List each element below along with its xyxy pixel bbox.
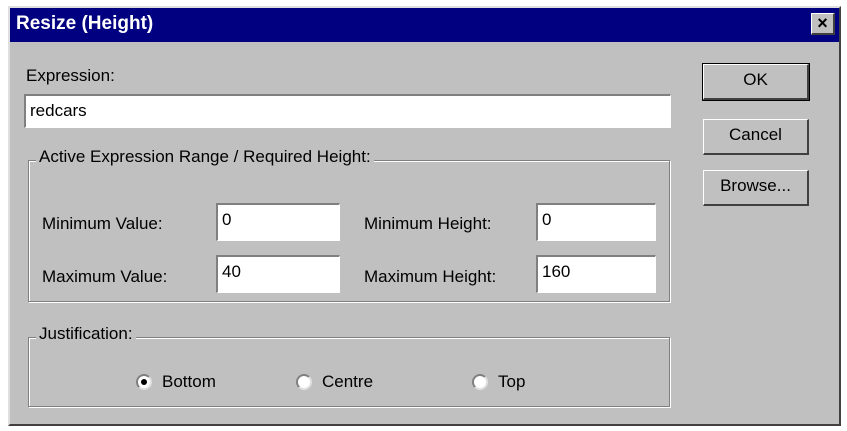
dialog-title: Resize (Height) bbox=[16, 13, 154, 34]
ok-button-label: OK bbox=[743, 70, 768, 89]
expression-input[interactable]: redcars bbox=[24, 94, 671, 128]
max-height-label: Maximum Height: bbox=[364, 267, 497, 286]
max-height: 160 bbox=[542, 262, 571, 281]
min-height-input[interactable]: 0 bbox=[536, 203, 656, 241]
justification-group-title: Justification: bbox=[36, 324, 136, 344]
close-button[interactable]: × bbox=[811, 13, 835, 35]
radio-centre-label: Centre bbox=[322, 372, 374, 391]
radio-bottom[interactable]: Bottom bbox=[136, 372, 216, 392]
max-value: 40 bbox=[222, 262, 241, 281]
expression-label: Expression: bbox=[26, 66, 115, 85]
min-height: 0 bbox=[542, 210, 552, 229]
expression-value: redcars bbox=[30, 101, 87, 120]
min-value: 0 bbox=[222, 210, 232, 229]
max-value-input[interactable]: 40 bbox=[216, 255, 340, 293]
radio-top-label: Top bbox=[498, 372, 526, 391]
range-group-title: Active Expression Range / Required Heigh… bbox=[36, 147, 374, 167]
radio-centre[interactable]: Centre bbox=[296, 372, 373, 392]
radio-unchecked-icon bbox=[296, 374, 312, 390]
max-value-label: Maximum Value: bbox=[42, 267, 168, 286]
radio-unchecked-icon bbox=[472, 374, 488, 390]
max-height-input[interactable]: 160 bbox=[536, 255, 656, 293]
cancel-button-label: Cancel bbox=[729, 125, 782, 144]
min-value-label: Minimum Value: bbox=[42, 214, 163, 233]
browse-button[interactable]: Browse... bbox=[703, 170, 809, 206]
radio-top[interactable]: Top bbox=[472, 372, 525, 392]
radio-checked-icon bbox=[136, 374, 152, 390]
resize-dialog: Resize (Height) × Expression: redcars OK… bbox=[8, 6, 841, 426]
radio-bottom-label: Bottom bbox=[162, 372, 216, 391]
close-icon: × bbox=[817, 13, 828, 33]
browse-button-label: Browse... bbox=[720, 176, 791, 195]
ok-button[interactable]: OK bbox=[702, 63, 810, 101]
cancel-button[interactable]: Cancel bbox=[703, 119, 809, 155]
min-height-label: Minimum Height: bbox=[364, 214, 492, 233]
title-bar[interactable]: Resize (Height) × bbox=[10, 8, 839, 42]
min-value-input[interactable]: 0 bbox=[216, 203, 340, 241]
